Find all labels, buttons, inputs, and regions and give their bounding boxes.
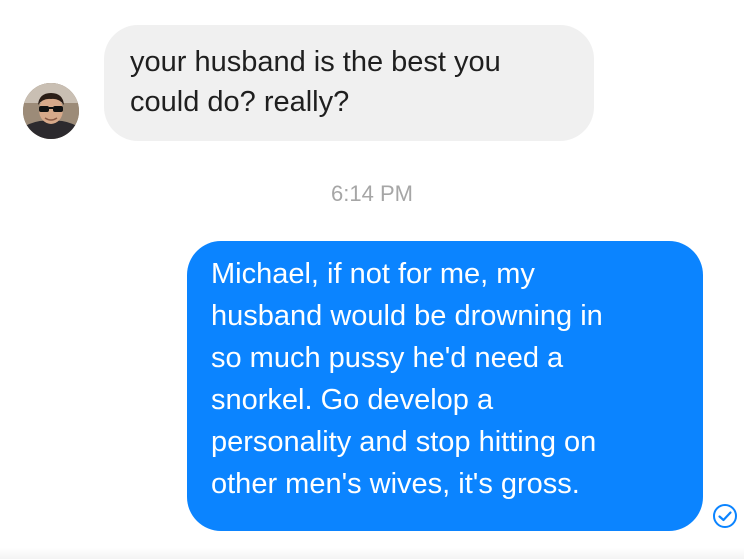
composer-edge (0, 548, 744, 559)
incoming-message-bubble[interactable]: your husband is the best you could do? r… (104, 25, 594, 141)
delivered-check-icon (712, 503, 738, 529)
message-thread: your husband is the best you could do? r… (0, 0, 744, 559)
message-timestamp: 6:14 PM (331, 181, 413, 206)
outgoing-message-bubble[interactable]: Michael, if not for me, my husband would… (187, 241, 703, 531)
person-avatar-icon (23, 83, 79, 139)
sender-avatar[interactable] (23, 83, 79, 139)
